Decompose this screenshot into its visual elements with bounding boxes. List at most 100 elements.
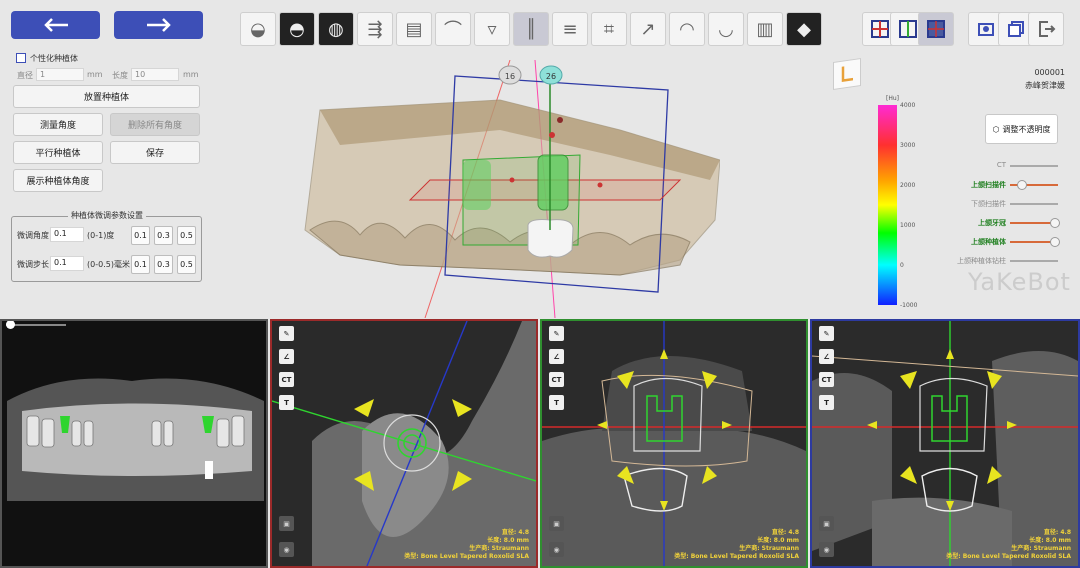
layer-slider-track[interactable] bbox=[1010, 165, 1058, 167]
ct-tooth-icon: ◓ bbox=[289, 18, 305, 40]
fine-angle-label: 微调角度 bbox=[17, 231, 49, 240]
angle-preset-2[interactable]: 0.3 bbox=[154, 226, 173, 245]
fine-step-range: (0-0.5)毫米 bbox=[87, 260, 130, 269]
layer-icon[interactable]: ▣ bbox=[279, 516, 294, 531]
guide-button[interactable]: ▥ bbox=[747, 12, 783, 46]
adjust-opacity-button[interactable]: ⬡ 调整不透明度 bbox=[985, 114, 1058, 144]
sagittal-panel[interactable]: ✎ ∠ CT T ▣ ◉ 直径: 4.8 长度: 8.0 mm 生产商: Str… bbox=[810, 319, 1080, 568]
layer-icon[interactable]: ▣ bbox=[819, 516, 834, 531]
scan-align-button[interactable]: ⇶ bbox=[357, 12, 393, 46]
measure-angle-button[interactable]: 测量角度 bbox=[13, 113, 103, 136]
scan-align-icon: ⇶ bbox=[367, 18, 383, 40]
implant-axis-button[interactable]: ║ bbox=[513, 12, 549, 46]
step-preset-2[interactable]: 0.3 bbox=[154, 255, 173, 274]
layer-slider-knob[interactable] bbox=[1050, 237, 1060, 247]
text-button[interactable]: T bbox=[549, 395, 564, 410]
layer-slider-knob[interactable] bbox=[1017, 180, 1027, 190]
crown-button[interactable]: ◠ bbox=[669, 12, 705, 46]
ct-button[interactable]: CT bbox=[279, 372, 294, 387]
angle-preset-3[interactable]: 0.5 bbox=[177, 226, 196, 245]
layer-label: 上颌种植体钻柱 bbox=[957, 257, 1006, 265]
save-button[interactable]: 保存 bbox=[110, 141, 200, 164]
step-preset-3[interactable]: 0.5 bbox=[177, 255, 196, 274]
layer-slider-track[interactable] bbox=[1010, 260, 1058, 262]
ct-button[interactable]: CT bbox=[819, 372, 834, 387]
arrow-left-icon bbox=[43, 18, 68, 32]
crop-button[interactable]: ⌗ bbox=[591, 12, 627, 46]
grid-blue-button[interactable] bbox=[918, 12, 954, 46]
diameter-field[interactable]: 1 bbox=[36, 68, 84, 81]
show-angle-button[interactable]: 展示种植体角度 bbox=[13, 169, 103, 192]
axial-panel[interactable]: ✎ ∠ CT T ▣ ◉ 直径: 4.8 长度: 8.0 mm 生产商: Str… bbox=[270, 319, 538, 568]
text-button[interactable]: T bbox=[819, 395, 834, 410]
tooth-section-button[interactable]: ◍ bbox=[318, 12, 354, 46]
tooth-section-icon: ◍ bbox=[328, 18, 344, 40]
copy-icon bbox=[1008, 21, 1024, 37]
info-length: 长度: 8.0 mm bbox=[757, 537, 799, 544]
coronal-panel[interactable]: ✎ ∠ CT T ▣ ◉ 直径: 4.8 长度: 8.0 mm 生产商: Str… bbox=[540, 319, 808, 568]
tooth-edit-button[interactable]: ◡ bbox=[708, 12, 744, 46]
eye-icon[interactable]: ◉ bbox=[549, 542, 564, 557]
panoramic-panel[interactable] bbox=[0, 319, 268, 568]
scanner-button[interactable]: ▤ bbox=[396, 12, 432, 46]
step-preset-1[interactable]: 0.1 bbox=[131, 255, 150, 274]
layer-label: CT bbox=[996, 161, 1006, 169]
implant-info: 直径: 4.8 长度: 8.0 mm 生产商: Straumann 类型: Bo… bbox=[946, 529, 1071, 561]
layer-slider-knob[interactable] bbox=[1050, 218, 1060, 228]
text-button[interactable]: T bbox=[279, 395, 294, 410]
fine-step-label: 微调步长 bbox=[17, 260, 49, 269]
pencil-icon[interactable]: ✎ bbox=[279, 326, 294, 341]
layer-slider-track[interactable] bbox=[1010, 203, 1058, 205]
fine-angle-field[interactable]: 0.1 bbox=[50, 227, 84, 242]
angle-icon[interactable]: ∠ bbox=[819, 349, 834, 364]
eye-icon[interactable]: ◉ bbox=[819, 542, 834, 557]
report-button[interactable]: ≡ bbox=[552, 12, 588, 46]
colorbar-tick: 0 bbox=[900, 262, 904, 269]
panel-slider-knob[interactable] bbox=[6, 321, 15, 329]
angle-icon[interactable]: ∠ bbox=[279, 349, 294, 364]
axis-cube-icon[interactable] bbox=[833, 58, 861, 90]
info-type: 类型: Bone Level Tapered Roxolid SLA bbox=[674, 553, 799, 560]
colorbar-tick: -1000 bbox=[900, 302, 918, 309]
ct-button[interactable]: CT bbox=[549, 372, 564, 387]
parallel-implant-button[interactable]: 平行种植体 bbox=[13, 141, 103, 164]
layer-label: 上颌种植体 bbox=[971, 238, 1006, 246]
place-implant-button[interactable]: 放置种植体 bbox=[13, 85, 200, 108]
fine-tune-title: 种植体微调参数设置 bbox=[68, 210, 146, 221]
3d-viewer[interactable]: 16 26 bbox=[280, 60, 720, 318]
personalize-checkbox[interactable] bbox=[16, 53, 26, 63]
exit-icon bbox=[1039, 21, 1056, 37]
angle-icon[interactable]: ∠ bbox=[549, 349, 564, 364]
pencil-icon[interactable]: ✎ bbox=[819, 326, 834, 341]
drill-button[interactable]: ↗ bbox=[630, 12, 666, 46]
forward-button[interactable] bbox=[114, 11, 203, 39]
arrow-right-icon bbox=[146, 18, 171, 32]
implant-button[interactable]: ▿ bbox=[474, 12, 510, 46]
delete-angles-button[interactable]: 删除所有角度 bbox=[110, 113, 200, 136]
back-button[interactable] bbox=[11, 11, 100, 39]
angle-preset-1[interactable]: 0.1 bbox=[131, 226, 150, 245]
tooth-26-label: 26 bbox=[546, 72, 556, 81]
eye-icon[interactable]: ◉ bbox=[279, 542, 294, 557]
colorbar-tick: 4000 bbox=[900, 102, 916, 109]
tooth-button[interactable]: ◒ bbox=[240, 12, 276, 46]
info-length: 长度: 8.0 mm bbox=[1029, 537, 1071, 544]
info-length: 长度: 8.0 mm bbox=[487, 537, 529, 544]
export-button[interactable]: ◆ bbox=[786, 12, 822, 46]
info-manufacturer: 生产商: Straumann bbox=[1011, 545, 1071, 552]
layer-label: 上颌扫描件 bbox=[971, 181, 1006, 189]
drill-icon: ↗ bbox=[640, 18, 656, 40]
pencil-icon[interactable]: ✎ bbox=[549, 326, 564, 341]
info-manufacturer: 生产商: Straumann bbox=[739, 545, 799, 552]
info-manufacturer: 生产商: Straumann bbox=[469, 545, 529, 552]
nerve-button[interactable]: ⌒ bbox=[435, 12, 471, 46]
ct-tooth-button[interactable]: ◓ bbox=[279, 12, 315, 46]
diameter-unit: mm bbox=[87, 70, 103, 79]
info-diameter: 直径: 4.8 bbox=[771, 529, 799, 536]
export-icon: ◆ bbox=[797, 18, 811, 40]
length-field[interactable]: 10 bbox=[131, 68, 179, 81]
fine-step-field[interactable]: 0.1 bbox=[50, 256, 84, 271]
layer-icon[interactable]: ▣ bbox=[549, 516, 564, 531]
colorbar-tick: 1000 bbox=[900, 222, 916, 229]
exit-button[interactable] bbox=[1028, 12, 1064, 46]
